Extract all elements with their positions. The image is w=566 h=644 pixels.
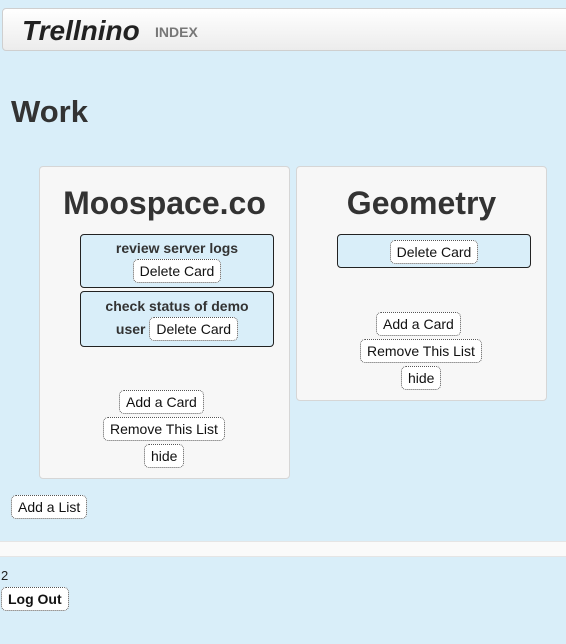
card-text-line2: user [115, 321, 146, 337]
nav-index-link[interactable]: INDEX [155, 24, 198, 40]
logout-button[interactable]: Log Out [1, 587, 69, 611]
remove-list-button[interactable]: Remove This List [103, 417, 225, 441]
delete-card-button[interactable]: Delete Card [132, 259, 222, 283]
board-title: Work [11, 94, 88, 129]
list-geometry: Geometry Delete Card Add a Card Remove T… [296, 166, 547, 401]
list-title: Moospace.co [63, 185, 266, 221]
brand-logo[interactable]: Trellnino [22, 15, 140, 47]
card-check-status[interactable]: check status of demo user Delete Card [80, 291, 274, 347]
top-strip [0, 0, 566, 8]
delete-card-button[interactable]: Delete Card [149, 317, 239, 341]
hide-button[interactable]: hide [144, 444, 185, 468]
list-title: Geometry [346, 185, 497, 221]
list-moospace: Moospace.co review server logs Delete Ca… [39, 166, 290, 479]
card-review-server-logs[interactable]: review server logs Delete Card [80, 234, 274, 288]
card-text-line1: check status of demo [105, 298, 249, 314]
delete-card-button[interactable]: Delete Card [389, 240, 479, 264]
navbar: Trellnino INDEX [2, 8, 566, 51]
hide-button[interactable]: hide [401, 366, 442, 390]
add-card-button[interactable]: Add a Card [119, 390, 204, 414]
add-card-button[interactable]: Add a Card [376, 312, 461, 336]
card-empty[interactable]: Delete Card [337, 234, 531, 268]
list-count: 2 [1, 568, 9, 583]
remove-list-button[interactable]: Remove This List [360, 339, 482, 363]
footer-divider [0, 541, 566, 557]
card-text: review server logs [115, 240, 239, 256]
add-list-button[interactable]: Add a List [11, 495, 88, 519]
